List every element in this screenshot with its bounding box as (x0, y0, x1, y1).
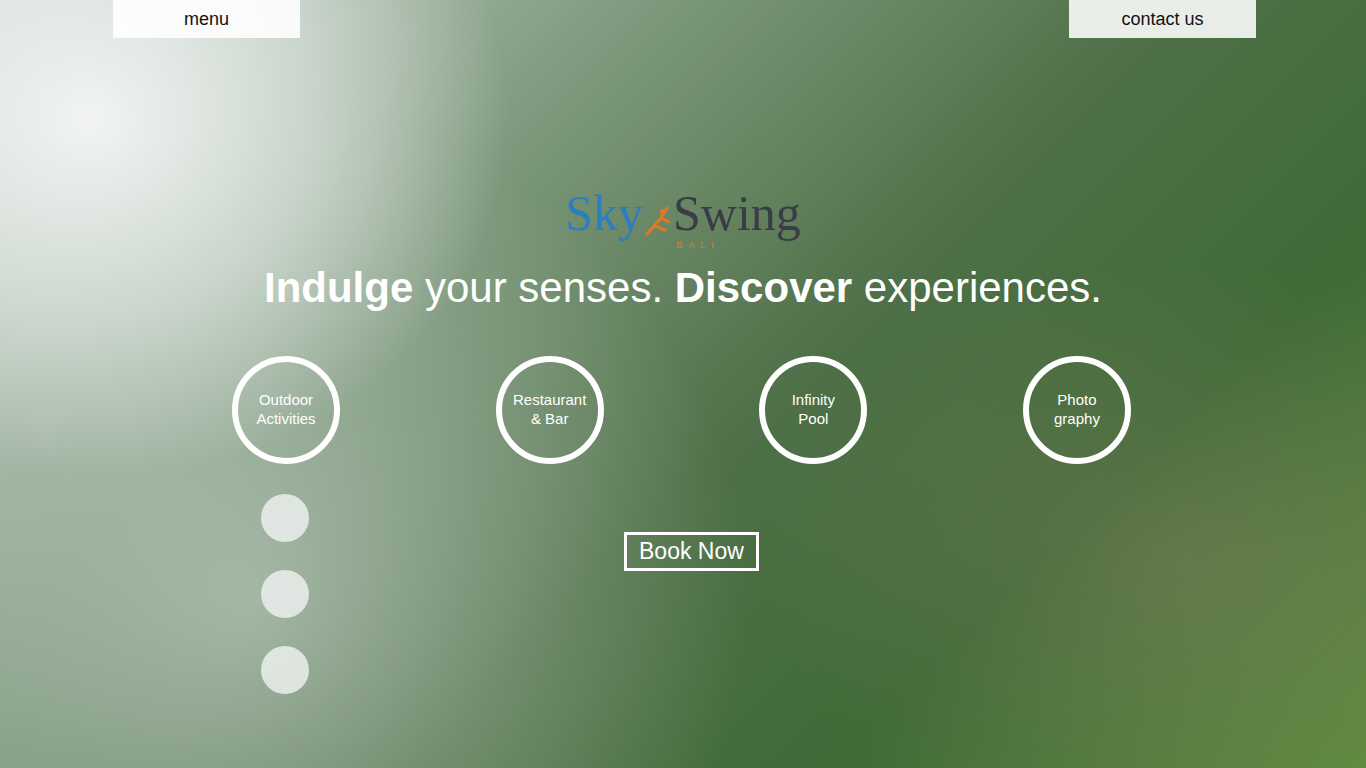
feature-circle[interactable]: Photography (1023, 356, 1131, 464)
logo-place: BALI (676, 240, 720, 250)
dot-list (261, 494, 309, 694)
feature-circle[interactable]: InfinityPool (759, 356, 867, 464)
swinger-icon (643, 198, 673, 238)
tagline-part: Discover (675, 264, 852, 311)
tagline-part: Indulge (264, 264, 413, 311)
feature-list: OutdoorActivities Restaurant& Bar Infinity… (0, 356, 1366, 464)
logo-swing: Swing (673, 188, 801, 238)
feature-label: Photo (1057, 391, 1096, 410)
menu-button[interactable]: menu (113, 0, 300, 38)
contact-button[interactable]: contact us (1069, 0, 1256, 38)
hero-section: menu contact us Sky Swing BALI Indulge your s… (0, 0, 1366, 768)
feature-label: Pool (798, 410, 828, 429)
tagline-part: your senses. (413, 264, 674, 311)
nav-dot[interactable] (261, 646, 309, 694)
logo[interactable]: Sky Swing BALI (0, 188, 1366, 250)
logo-wordmark: Sky Swing (565, 188, 801, 238)
feature-label: Infinity (792, 391, 835, 410)
nav-dot[interactable] (261, 570, 309, 618)
feature-label: Outdoor (259, 391, 313, 410)
feature-circle[interactable]: OutdoorActivities (232, 356, 340, 464)
logo-sky: Sky (565, 188, 643, 238)
tagline: Indulge your senses. Discover experience… (0, 264, 1366, 312)
nav-dot[interactable] (261, 494, 309, 542)
book-now-button[interactable]: Book Now (624, 532, 759, 571)
feature-label: & Bar (531, 410, 569, 429)
feature-circle[interactable]: Restaurant& Bar (496, 356, 604, 464)
header-bar: menu contact us (0, 0, 1366, 38)
lower-row: Book Now (0, 494, 1366, 694)
feature-label: Restaurant (513, 391, 586, 410)
tagline-part: experiences. (852, 264, 1102, 311)
feature-label: graphy (1054, 410, 1100, 429)
feature-label: Activities (256, 410, 315, 429)
